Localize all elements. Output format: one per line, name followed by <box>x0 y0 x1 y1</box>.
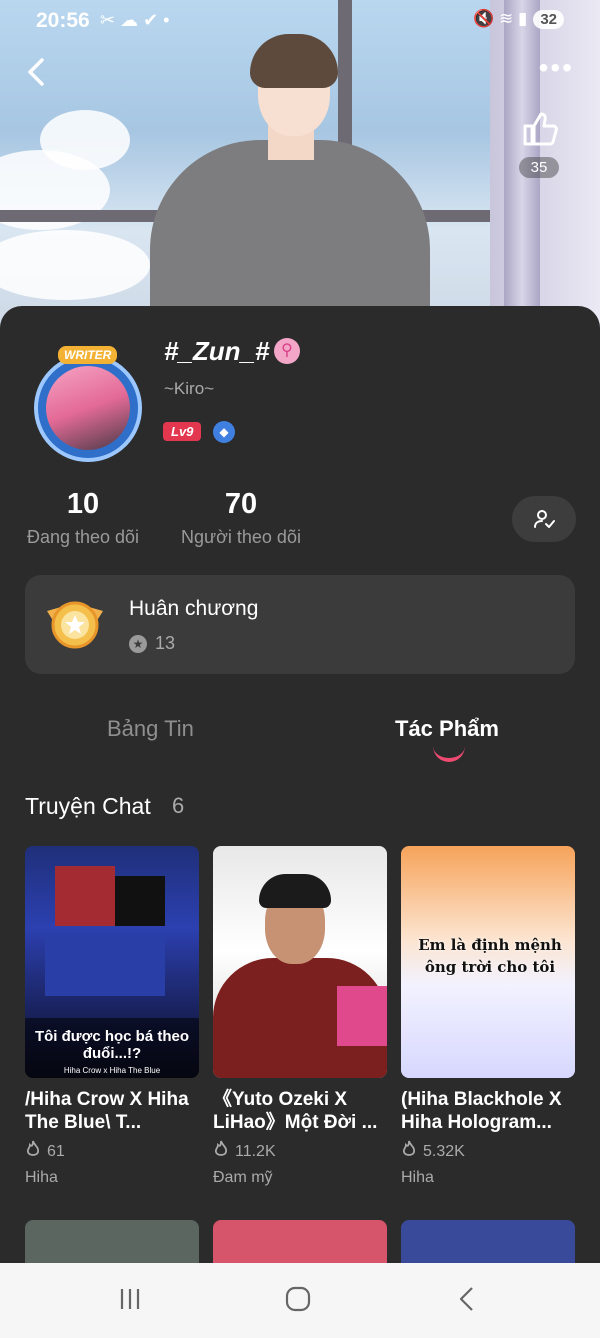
chevron-left-icon <box>28 58 44 86</box>
thumbnail-caption: Em là định mệnh ông trời cho tôi <box>418 936 562 976</box>
medal-count: 13 <box>155 633 176 653</box>
read-count: 61 <box>47 1142 65 1160</box>
tab-works[interactable]: Tác Phẩm <box>395 716 499 742</box>
writer-badge: WRITER <box>58 346 118 364</box>
section-count: 6 <box>172 793 185 818</box>
back-button[interactable] <box>22 54 58 90</box>
thumbnail-subcaption: Hiha Crow x Hiha The Blue <box>63 1066 161 1075</box>
thumbs-up-icon <box>514 106 564 155</box>
section-title: Truyện Chat <box>25 793 151 819</box>
work-thumbnail: Tôi được học bá theo đuổi...!? Hiha Crow… <box>25 846 199 1078</box>
flame-icon <box>25 1140 41 1163</box>
work-title: (Hiha Blackhole X Hiha Hologram... <box>401 1089 562 1133</box>
system-navigation-bar <box>0 1263 600 1338</box>
medal-icon <box>43 597 107 653</box>
flame-icon <box>213 1140 229 1163</box>
tab-news-feed[interactable]: Bảng Tin <box>107 716 194 742</box>
work-card[interactable]: Tôi được học bá theo đuổi...!? Hiha Crow… <box>25 846 199 1187</box>
status-bar: 20:56 ✂ ☁ ✔ • 🔇 ≋ ▮ 32 <box>0 0 600 40</box>
recent-apps-icon <box>120 1289 140 1309</box>
read-count: 11.2K <box>235 1142 276 1160</box>
work-thumbnail: Em là định mệnh ông trời cho tôi <box>401 846 575 1078</box>
profile-sheet: WRITER #_Zun_# ⚲ ~Kiro~ Lv9 ◆ 10 Đang th… <box>0 306 600 1270</box>
back-chevron-icon <box>459 1287 473 1311</box>
recent-apps-button[interactable] <box>116 1285 144 1318</box>
battery-indicator: 32 <box>533 9 564 29</box>
signal-icons: 🔇 ≋ ▮ <box>473 9 528 28</box>
work-category: Đam mỹ <box>213 1169 273 1186</box>
following-count: 10 <box>66 488 100 520</box>
follow-user-button[interactable] <box>512 496 576 542</box>
work-category: Hiha <box>401 1169 434 1186</box>
followers-stat[interactable]: 70 Người theo dõi <box>178 488 304 548</box>
more-options-button[interactable]: ••• <box>539 54 574 82</box>
medal-title: Huân chương <box>129 597 259 620</box>
more-dots-icon: ••• <box>538 52 574 83</box>
work-thumbnail <box>213 846 387 1078</box>
status-time: 20:56 <box>36 9 90 32</box>
work-card[interactable]: 《Yuto Ozeki X LiHao》Một Đời ... 11.2K Đa… <box>213 846 387 1187</box>
avatar[interactable]: WRITER <box>28 346 148 462</box>
username: #_Zun_# <box>164 336 270 366</box>
profile-banner <box>0 0 600 330</box>
home-icon <box>285 1286 311 1312</box>
home-button[interactable] <box>284 1285 312 1318</box>
nickname: ~Kiro~ <box>164 379 215 398</box>
medal-card[interactable]: Huân chương ★ 13 <box>25 575 575 674</box>
flame-icon <box>401 1140 417 1163</box>
following-label: Đang theo dõi <box>26 527 140 547</box>
work-card[interactable]: Em là định mệnh ông trời cho tôi (Hiha B… <box>401 846 575 1187</box>
followers-count: 70 <box>224 488 258 520</box>
level-badge: Lv9 <box>163 422 202 441</box>
verified-shield-icon: ◆ <box>213 421 235 443</box>
work-title: 《Yuto Ozeki X LiHao》Một Đời ... <box>213 1089 378 1133</box>
notification-icons: ✂ ☁ ✔ • <box>100 10 170 30</box>
banner-character <box>150 20 430 330</box>
work-category: Hiha <box>25 1169 58 1186</box>
star-icon: ★ <box>129 634 147 653</box>
female-gender-icon: ⚲ <box>274 338 300 364</box>
read-count: 5.32K <box>423 1142 465 1160</box>
user-check-icon <box>534 510 555 528</box>
thumbnail-caption: Tôi được học bá theo đuổi...!? <box>34 1028 190 1062</box>
active-tab-indicator <box>433 746 465 762</box>
followers-label: Người theo dõi <box>181 527 301 547</box>
work-title: /Hiha Crow X Hiha The Blue\ T... <box>25 1089 189 1133</box>
following-stat[interactable]: 10 Đang theo dõi <box>24 488 142 548</box>
system-back-button[interactable] <box>454 1285 482 1318</box>
like-count: 35 <box>518 157 560 178</box>
like-button[interactable]: 35 <box>514 106 564 178</box>
